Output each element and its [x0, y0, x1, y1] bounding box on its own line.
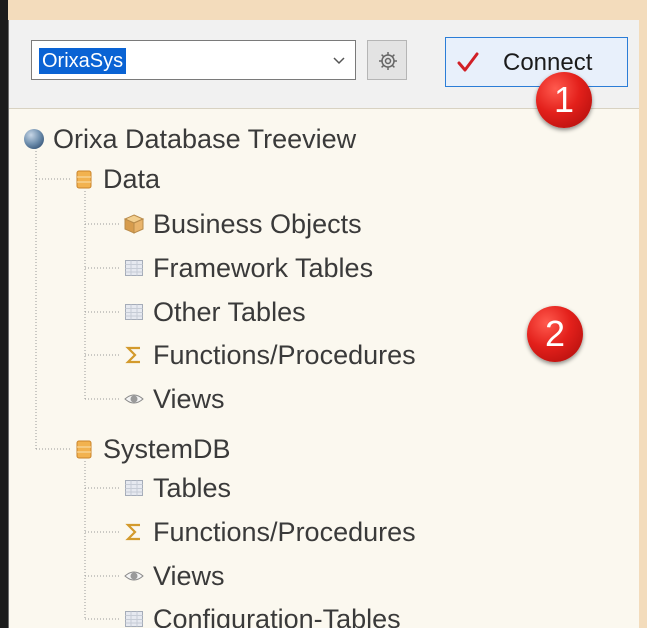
tree-item-label: Views	[153, 384, 225, 414]
table-icon	[125, 611, 143, 627]
callout-badge-1: 1	[536, 72, 592, 128]
cube-icon	[123, 214, 145, 234]
connect-button[interactable]: Connect	[445, 37, 628, 87]
tree-item-label: Functions/Procedures	[153, 340, 416, 370]
database-icon	[76, 440, 92, 459]
tree-item-label: Framework Tables	[153, 253, 374, 283]
window-background-right	[638, 0, 647, 628]
callout-badge-2: 2	[527, 306, 583, 362]
connect-button-label: Connect	[503, 49, 593, 76]
tree-item-label: Views	[153, 561, 225, 591]
database-select[interactable]: OrixaSys	[31, 40, 356, 80]
settings-button[interactable]	[367, 40, 407, 80]
checkmark-icon	[457, 52, 479, 72]
database-select-value[interactable]: OrixaSys	[39, 48, 127, 74]
tree-item-label: Configuration-Tables	[153, 604, 401, 628]
sigma-icon	[125, 523, 140, 541]
tree-node-label: SystemDB	[103, 434, 231, 464]
eye-icon	[124, 571, 144, 581]
table-icon	[125, 480, 143, 496]
eye-icon	[124, 394, 144, 404]
sigma-icon	[125, 346, 140, 364]
table-icon	[125, 260, 143, 276]
window-edge	[0, 0, 8, 628]
tree-item-label: Business Objects	[153, 209, 362, 239]
database-treeview[interactable]: Orixa Database Treeview Data Business Ob…	[9, 108, 639, 628]
tree-root-label: Orixa Database Treeview	[53, 124, 357, 154]
tree-node-label: Data	[103, 164, 161, 194]
gear-icon	[379, 52, 397, 70]
globe-icon	[24, 129, 44, 149]
tree-item-label: Other Tables	[153, 297, 306, 327]
database-icon	[76, 170, 92, 189]
chevron-down-icon[interactable]	[329, 50, 349, 70]
window-background-top	[0, 0, 647, 20]
table-icon	[125, 304, 143, 320]
tree-item-label: Functions/Procedures	[153, 517, 416, 547]
tree-item-label: Tables	[153, 473, 232, 503]
